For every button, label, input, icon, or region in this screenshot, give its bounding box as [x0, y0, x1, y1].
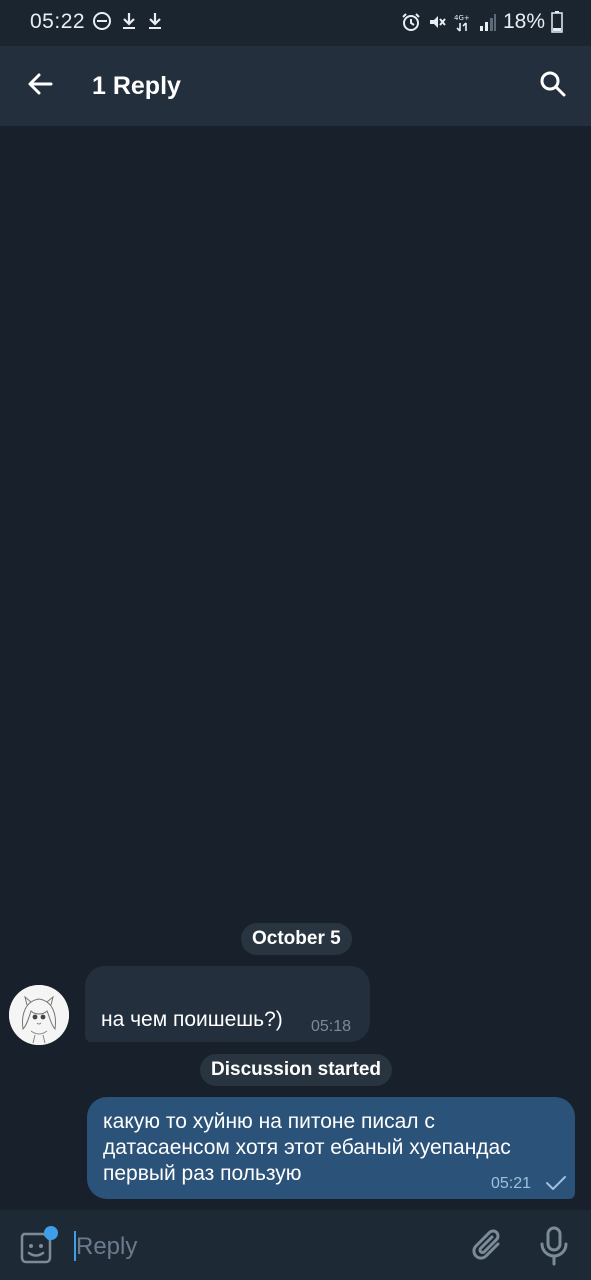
status-icons-left — [92, 11, 164, 31]
notification-dot — [44, 1226, 58, 1240]
microphone-icon — [534, 1226, 574, 1272]
message-text: на чем поишешь?) — [101, 1008, 283, 1031]
status-icons-right: 4G+ 18% — [401, 10, 563, 34]
svg-text:4G+: 4G+ — [454, 14, 470, 22]
outgoing-message[interactable]: какую то хуйню на питоне писал с датасае… — [87, 1097, 575, 1199]
back-button[interactable] — [18, 64, 62, 108]
arrow-left-icon — [26, 70, 54, 103]
page-title: 1 Reply — [92, 72, 181, 100]
battery-percent: 18% — [502, 10, 545, 33]
signal-icon — [479, 12, 497, 32]
text-cursor — [74, 1231, 76, 1261]
message-input-bar — [0, 1210, 591, 1280]
status-time: 05:22 — [30, 10, 86, 33]
message-time: 05:18 — [311, 1018, 352, 1035]
paperclip-icon — [468, 1229, 508, 1270]
date-separator: October 5 — [241, 923, 352, 955]
do-not-disturb-icon — [92, 11, 112, 31]
search-icon — [539, 70, 567, 103]
reply-input[interactable] — [74, 1228, 438, 1266]
network-4g-icon: 4G+ — [453, 12, 473, 32]
alarm-icon — [401, 12, 421, 32]
microphone-button[interactable] — [534, 1224, 574, 1268]
attach-button[interactable] — [468, 1226, 508, 1266]
incoming-message[interactable]: на чем поишешь?) 05:18 — [85, 966, 370, 1042]
download-icon — [120, 11, 138, 31]
battery-icon — [551, 11, 563, 33]
avatar[interactable] — [9, 985, 69, 1045]
mute-icon — [427, 12, 447, 32]
top-app-bar: 1 Reply — [0, 46, 591, 126]
sticker-icon — [18, 1232, 54, 1270]
message-time: 05:21 — [491, 1175, 532, 1192]
download-icon — [146, 11, 164, 31]
check-icon — [545, 1175, 567, 1196]
search-button[interactable] — [531, 64, 575, 108]
status-bar: 05:22 4G+ 18% — [0, 0, 591, 46]
system-message: Discussion started — [200, 1054, 392, 1086]
